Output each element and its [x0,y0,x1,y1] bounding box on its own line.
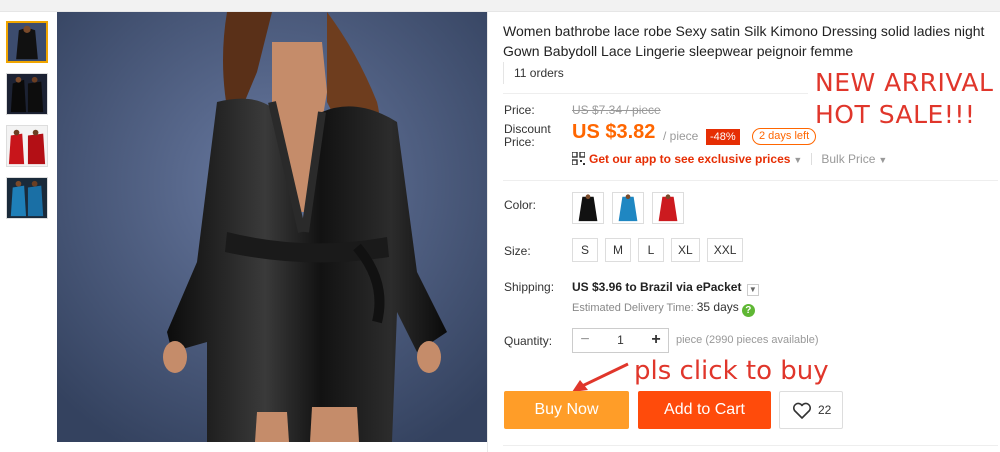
color-swatch-blue[interactable] [612,192,644,224]
app-promo-row: Get our app to see exclusive prices ▼ Bulk… [571,151,887,167]
heart-icon [792,402,812,419]
quantity-availability: piece (2990 pieces available) [676,334,819,346]
price-label: Price: [504,103,535,117]
original-price: US $7.34 / piece [572,103,661,117]
divider [503,93,808,94]
thumbnail-4[interactable] [6,177,48,219]
divider [503,180,998,181]
product-main-image [57,12,487,442]
shipping-destination: to Brazil via ePacket [625,280,742,294]
quantity-decrease-button[interactable]: − [573,329,597,352]
delivery-label: Estimated Delivery Time: [572,302,694,314]
quantity-label: Quantity: [504,334,553,348]
discount-label-line1: Discount [504,122,551,136]
wishlist-count: 22 [818,403,832,417]
separator [811,153,813,165]
shipping-cost: US $3.96 [572,280,623,294]
quantity-input[interactable] [597,329,644,352]
shipping-info: US $3.96 to Brazil via ePacket ▼ [572,280,759,296]
delivery-estimate: Estimated Delivery Time: 35 days? [572,300,755,317]
discount-label-line2: Price: [504,135,535,149]
color-swatch-red[interactable] [652,192,684,224]
chevron-down-icon[interactable]: ▼ [878,155,887,165]
thumbnail-1[interactable] [6,21,48,63]
size-options: S M L XL XXL [572,238,750,262]
color-label: Color: [504,198,537,212]
chevron-down-icon[interactable]: ▼ [793,155,802,165]
product-title: Women bathrobe lace robe Sexy satin Silk… [503,23,985,59]
divider [487,12,488,452]
wishlist-button[interactable]: 22 [779,391,843,429]
discount-price-label: Discount Price: [504,123,551,149]
shipping-label: Shipping: [504,280,555,294]
size-label: Size: [504,244,531,258]
color-swatches [572,192,692,229]
size-option-xl[interactable]: XL [671,238,700,262]
size-option-s[interactable]: S [572,238,598,262]
shipping-dropdown-icon[interactable]: ▼ [746,284,759,296]
buy-now-button[interactable]: Buy Now [504,391,629,429]
color-swatch-black[interactable] [572,192,604,224]
help-icon[interactable]: ? [741,304,755,317]
app-prices-link[interactable]: Get our app to see exclusive prices [589,152,790,166]
orders-count[interactable]: 11 orders [503,62,564,84]
bulk-price-link[interactable]: Bulk Price [821,152,875,166]
thumbnail-3[interactable] [6,125,48,167]
discount-badge: -48% [706,129,740,145]
days-left-badge: 2 days left [752,128,817,145]
qr-code-icon [571,151,586,166]
divider [503,445,998,446]
discount-price: US $3.82 [572,121,656,143]
quantity-increase-button[interactable]: + [644,329,668,352]
per-piece-unit: / piece [663,129,699,143]
thumbnail-list [6,21,50,229]
size-option-m[interactable]: M [605,238,631,262]
delivery-days: 35 days [696,300,739,314]
size-option-xxl[interactable]: XXL [706,238,744,262]
top-bar [0,0,1000,12]
add-to-cart-button[interactable]: Add to Cart [638,391,771,429]
quantity-stepper: − + [572,328,669,353]
size-option-l[interactable]: L [638,238,664,262]
click-to-buy-note: pls click to buy [634,356,829,386]
thumbnail-2[interactable] [6,73,48,115]
overlay-new-arrival: NEW ARRIVAL [815,68,994,97]
overlay-hot-sale: HOT SALE!!! [815,100,976,129]
